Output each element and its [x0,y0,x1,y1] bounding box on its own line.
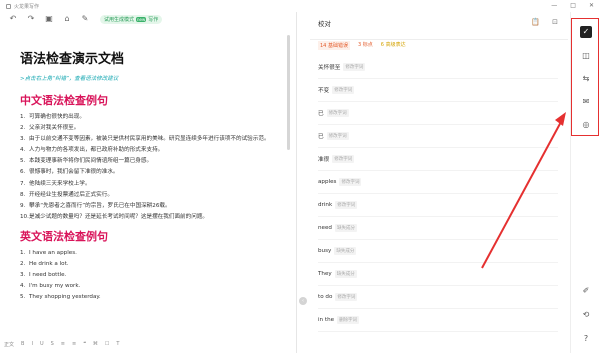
app-window: 火龙果写作 — □ ✕ ↶ ↷ ▣ ⌂ ✎ 试用生成模式 new 写作 语法检查… [0,0,600,353]
annotation-arrow [481,112,566,269]
